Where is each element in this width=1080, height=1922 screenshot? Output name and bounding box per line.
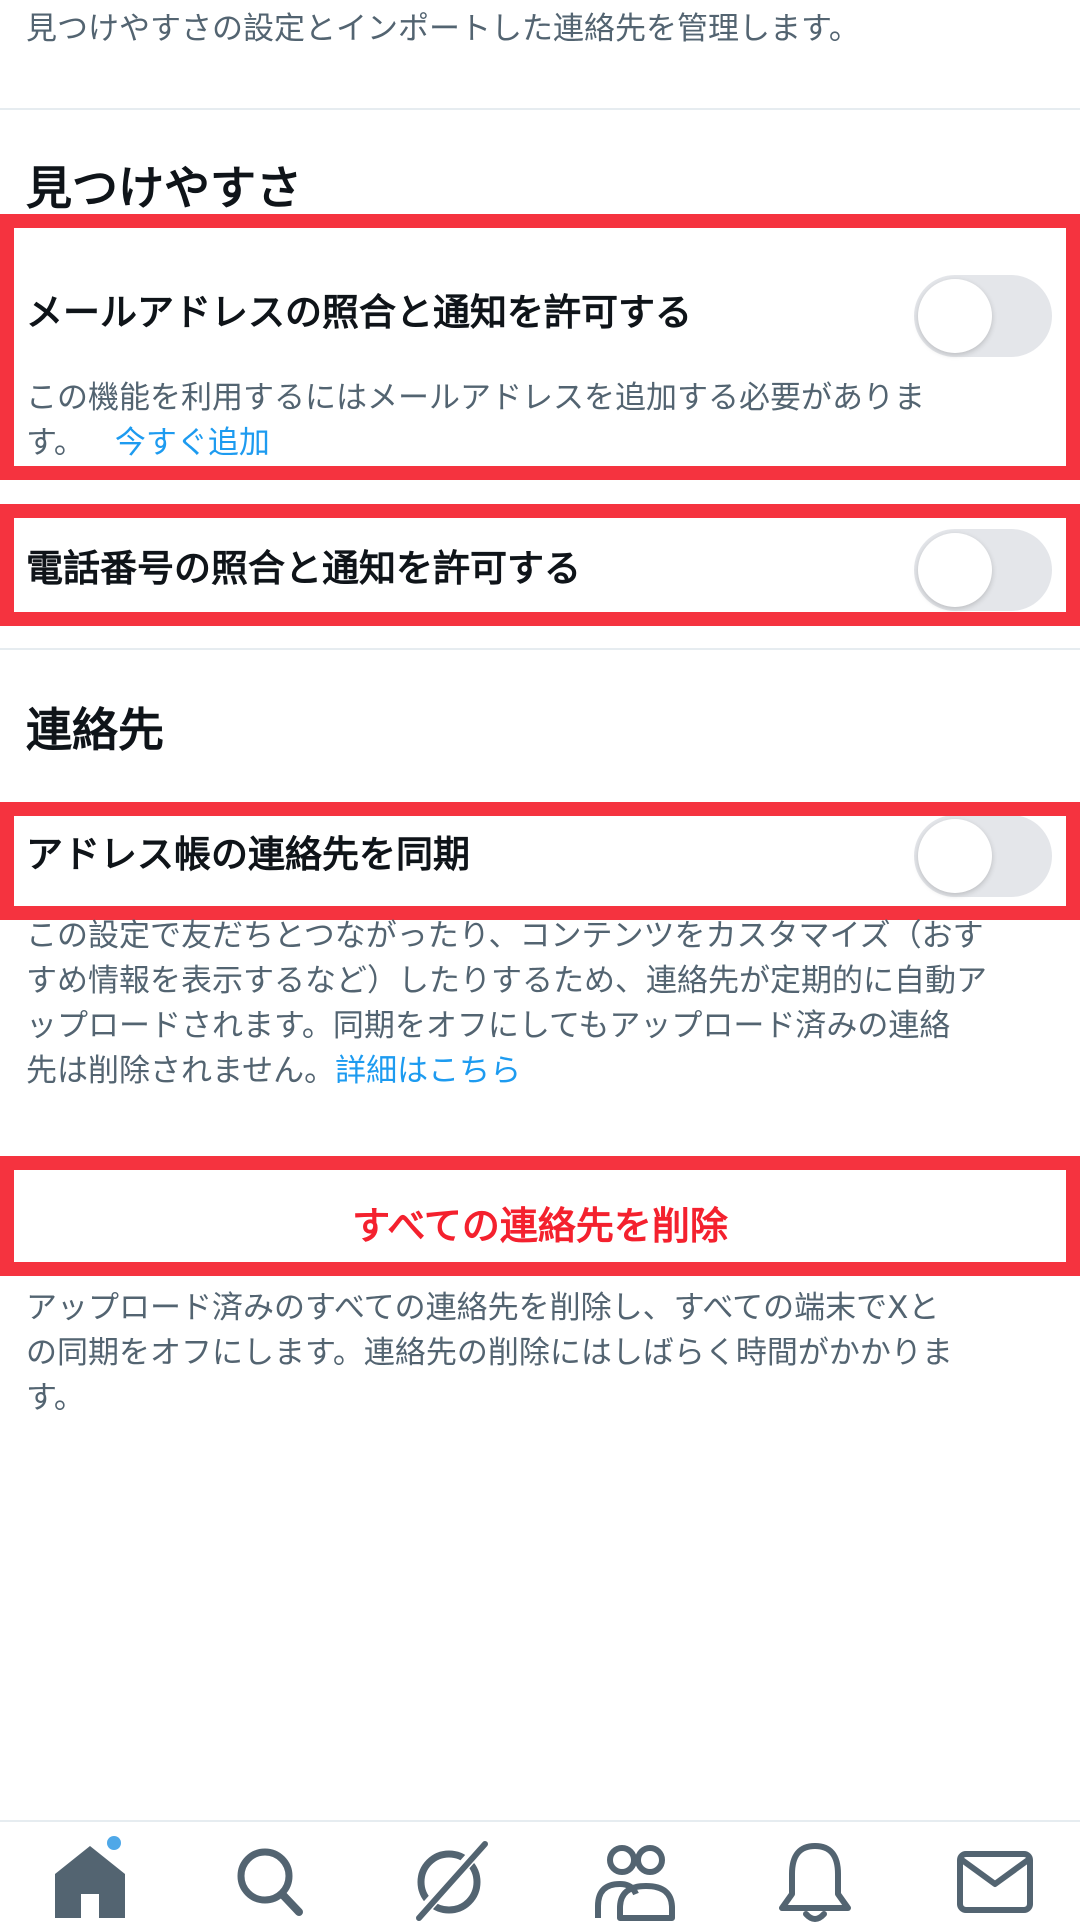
section-title-discoverability: 見つけやすさ — [26, 161, 302, 215]
remove-description-line: す。 — [26, 1380, 85, 1416]
highlight-box-sync — [0, 802, 1080, 920]
divider — [0, 648, 1080, 650]
remove-all-description: アップロード済みのすべての連絡先を削除し、すべての端末でXと の同期をオフにしま… — [26, 1286, 1036, 1421]
home-icon — [55, 1846, 125, 1918]
grok-icon — [412, 1840, 488, 1922]
messages-icon — [957, 1851, 1033, 1913]
search-icon — [237, 1848, 303, 1916]
communities-icon — [595, 1845, 675, 1921]
nav-notifications[interactable] — [770, 1838, 860, 1922]
highlight-box-email — [0, 214, 1080, 480]
description-text: 先は削除されません。 — [26, 1053, 336, 1089]
bottom-navigation-bar — [0, 1820, 1080, 1922]
sync-description-line: 先は削除されません。詳細はこちら — [26, 1049, 1036, 1094]
sync-description-line: ップロードされます。同期をオフにしてもアップロード済みの連絡 — [26, 1008, 951, 1044]
divider — [0, 108, 1080, 110]
nav-grok[interactable] — [405, 1838, 495, 1922]
remove-description-line: アップロード済みのすべての連絡先を削除し、すべての端末でXと — [26, 1290, 940, 1326]
sync-description-line: この設定で友だちとつながったり、コンテンツをカスタマイズ（おす — [26, 918, 984, 954]
remove-description-line: の同期をオフにします。連絡先の削除にはしばらく時間がかかりま — [26, 1335, 953, 1371]
learn-more-link[interactable]: 詳細はこちら — [335, 1053, 521, 1089]
nav-search[interactable] — [225, 1838, 315, 1922]
notifications-icon — [779, 1843, 851, 1922]
nav-communities[interactable] — [590, 1838, 680, 1922]
highlight-box-phone — [0, 504, 1080, 626]
section-title-contacts: 連絡先 — [26, 703, 164, 757]
page-description: 見つけやすさの設定とインポートした連絡先を管理します。 — [26, 11, 860, 47]
nav-messages[interactable] — [950, 1838, 1040, 1922]
nav-home[interactable] — [45, 1836, 135, 1922]
notification-dot — [107, 1836, 121, 1850]
sync-contacts-description: この設定で友だちとつながったり、コンテンツをカスタマイズ（おす すめ情報を表示す… — [26, 914, 1036, 1094]
sync-description-line: すめ情報を表示するなど）したりするため、連絡先が定期的に自動ア — [26, 963, 987, 999]
highlight-box-remove — [0, 1156, 1080, 1276]
